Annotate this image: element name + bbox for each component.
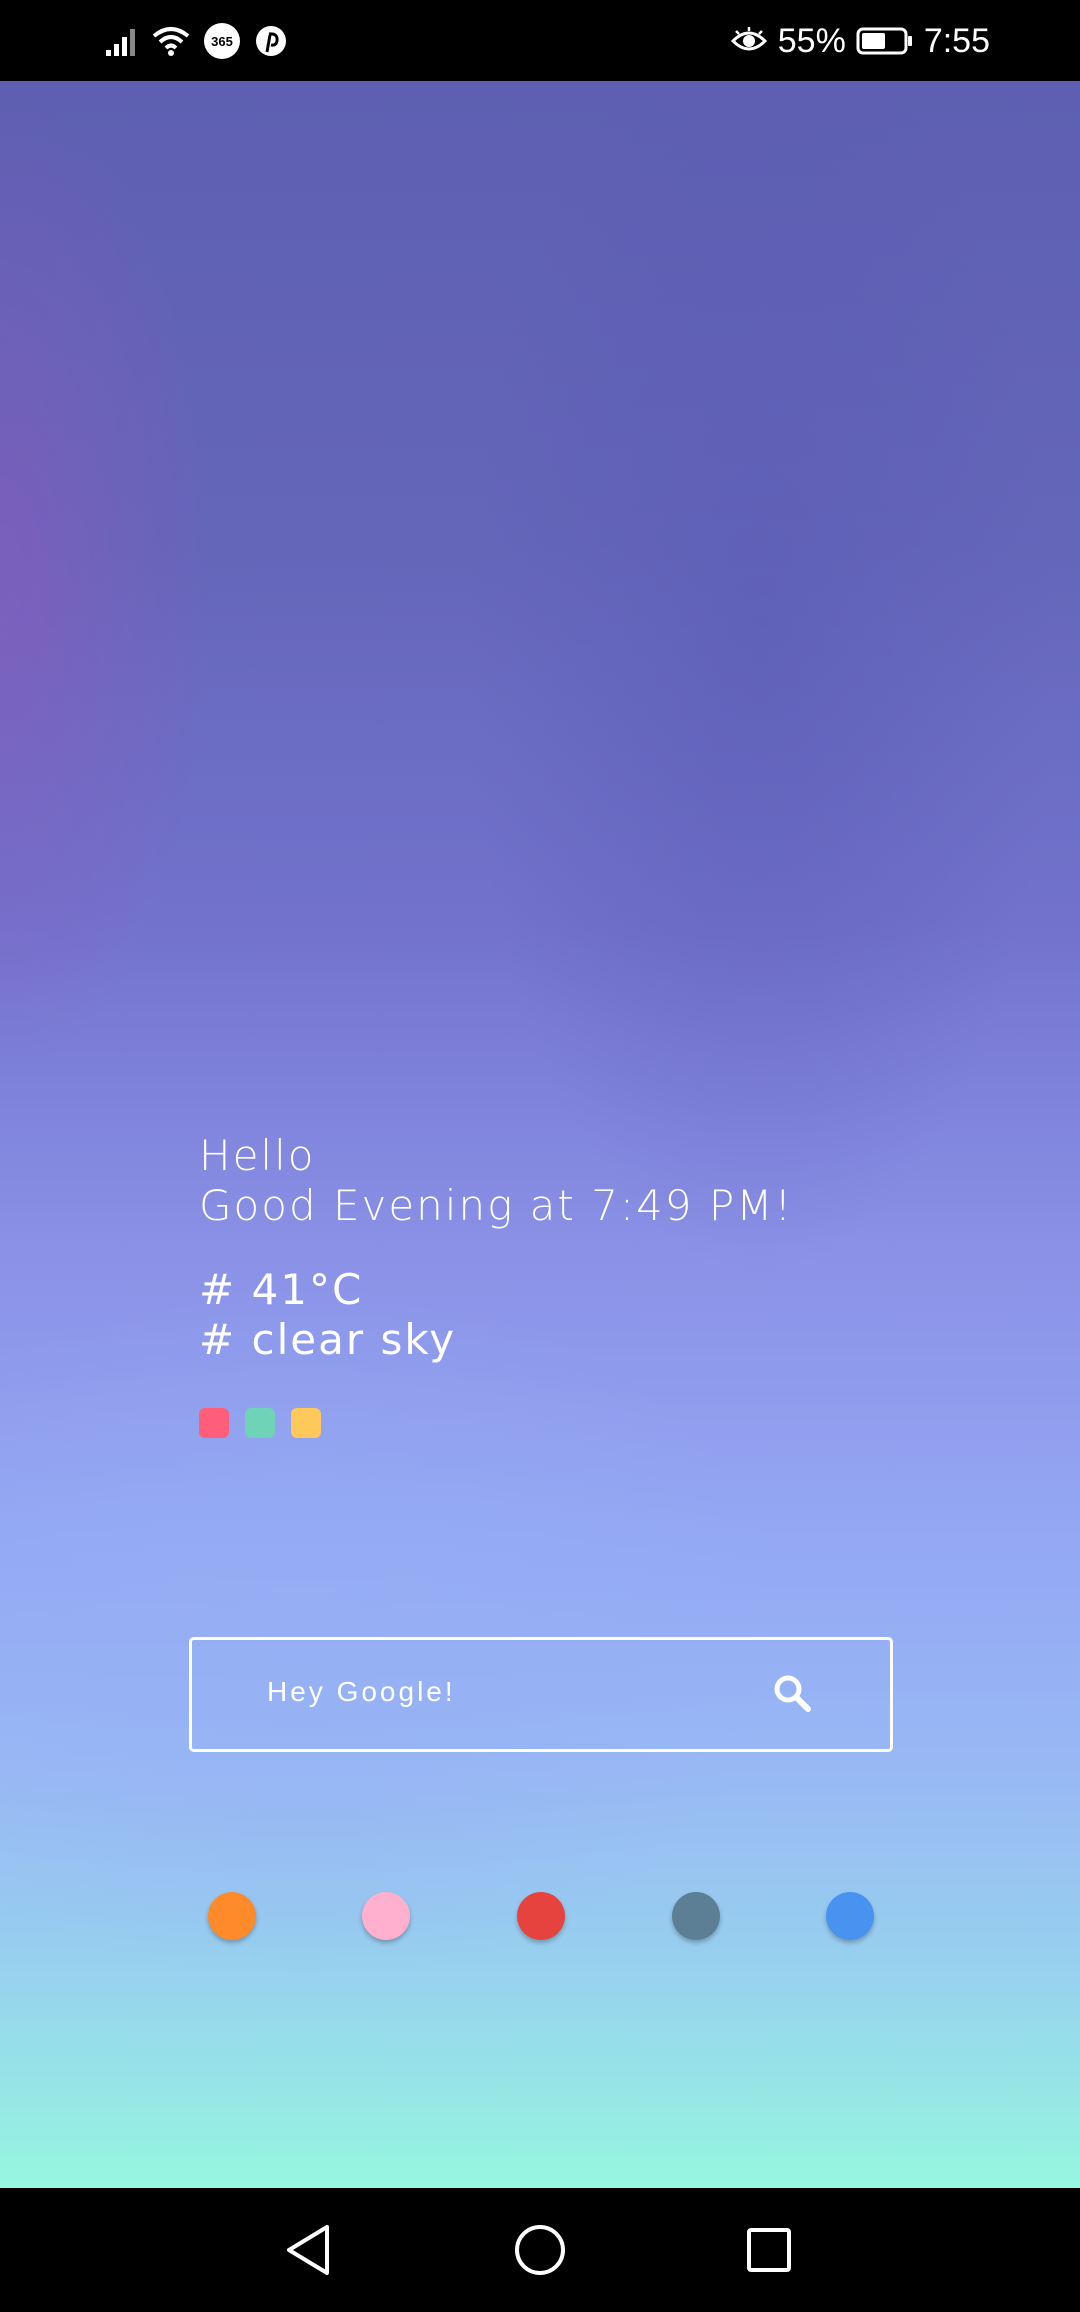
app-circle-blue[interactable]	[826, 1892, 874, 1940]
color-dot-red	[199, 1408, 229, 1438]
eye-comfort-icon	[730, 26, 768, 56]
app-circle-slate[interactable]	[672, 1892, 720, 1940]
weather-temperature: # 41°C	[199, 1265, 364, 1314]
search-bar[interactable]: Hey Google!	[189, 1637, 893, 1752]
wifi-icon	[152, 24, 190, 58]
search-icon[interactable]	[772, 1673, 812, 1713]
app-circle-row	[0, 1892, 1080, 1942]
status-left-icons: 365	[104, 20, 288, 62]
back-icon[interactable]	[278, 2220, 338, 2280]
greeting-hello: Hello	[199, 1131, 316, 1180]
app-circle-orange[interactable]	[208, 1892, 256, 1940]
clock: 7:55	[923, 21, 990, 60]
signal-icon	[104, 24, 138, 58]
app-circle-pink[interactable]	[362, 1892, 410, 1940]
app-365-icon: 365	[204, 23, 240, 59]
pinterest-icon	[254, 24, 288, 58]
status-right: 55% 7:55	[730, 18, 990, 64]
greeting-widget: Hello Good Evening at 7:49 PM!	[199, 1131, 793, 1231]
home-screen-wallpaper: Hello Good Evening at 7:49 PM! # 41°C # …	[0, 81, 1080, 2188]
home-icon[interactable]	[510, 2220, 570, 2280]
battery-percent: 55%	[777, 21, 846, 60]
navigation-bar	[0, 2188, 1080, 2312]
color-dots	[199, 1408, 321, 1438]
app-circle-red[interactable]	[517, 1892, 565, 1940]
weather-widget: # 41°C # clear sky	[199, 1265, 456, 1365]
status-bar: 365 55% 7:55	[0, 0, 1080, 81]
color-dot-yellow	[291, 1408, 321, 1438]
weather-condition: # clear sky	[199, 1315, 457, 1364]
recents-icon[interactable]	[739, 2220, 799, 2280]
greeting-time: Good Evening at 7:49 PM!	[199, 1181, 794, 1230]
battery-icon	[856, 26, 914, 56]
search-placeholder: Hey Google!	[267, 1676, 456, 1707]
color-dot-green	[245, 1408, 275, 1438]
